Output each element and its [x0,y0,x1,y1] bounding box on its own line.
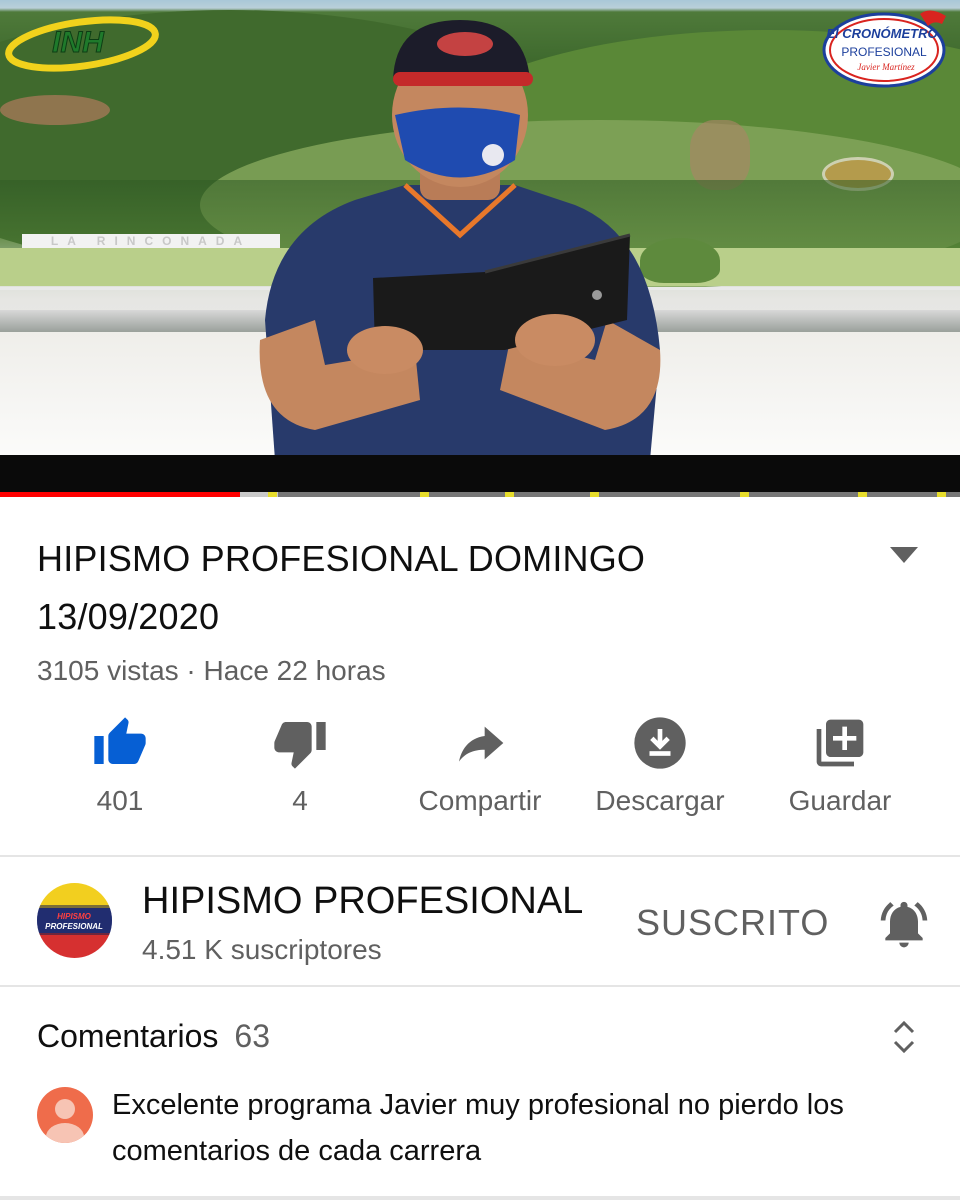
comments-count: 63 [234,1018,270,1054]
chapter-marker [937,492,946,497]
action-row: 401 4 Compartir Descargar Guardar [30,715,930,835]
track-sign: LA RINCONADA [22,234,280,248]
meta-separator: · [186,655,196,686]
progress-played [0,492,240,497]
cronometro-logo: El CRONÓMETRO PROFESIONAL Javier Martíne… [822,10,946,88]
video-title: HIPISMO PROFESIONAL DOMINGO 13/09/2020 [37,538,646,637]
dislike-count: 4 [292,785,308,816]
video-player[interactable]: LA RINCONADA INH El CRONÓMETRO PROFESION… [0,0,960,455]
subscribed-button[interactable]: SUSCRITO [636,902,829,944]
video-letterbox-bar [0,455,960,492]
expand-collapse-icon[interactable] [890,1018,918,1056]
share-label: Compartir [418,785,542,816]
presenter-figure [259,20,661,455]
comments-label: Comentarios [37,1018,219,1054]
subscriber-count: 4.51 K suscriptores [142,934,382,965]
like-count: 401 [96,785,144,816]
background-dirt-patch [0,95,110,125]
like-button[interactable]: 401 [30,715,210,817]
svg-text:HIPISMO: HIPISMO [57,912,92,921]
download-label: Descargar [595,785,725,816]
video-progress-bar[interactable] [0,492,960,497]
inh-logo: INH [5,16,159,72]
person-icon [46,1099,84,1143]
inh-logo-text: INH [52,26,105,59]
chapter-marker [268,492,277,497]
chapter-marker [420,492,429,497]
cronometro-logo-line2: PROFESIONAL [841,45,927,59]
commenter-avatar[interactable] [37,1087,93,1143]
svg-text:PROFESIONAL: PROFESIONAL [45,922,103,931]
section-divider [0,855,960,857]
chapter-marker [740,492,749,497]
add-to-playlist-icon [816,719,864,767]
notification-bell-icon[interactable] [876,896,932,952]
thumbs-up-icon [94,717,146,764]
cronometro-logo-line3: Javier Martínez [857,62,915,72]
chapter-marker [505,492,514,497]
top-comment-text: Excelente programa Javier muy profesiona… [112,1089,844,1167]
channel-name[interactable]: HIPISMO PROFESIONAL [142,880,583,923]
section-divider [0,1196,960,1200]
share-button[interactable]: Compartir [390,715,570,817]
thumbs-down-icon [274,722,326,769]
channel-avatar[interactable]: HIPISMO PROFESIONAL [37,883,112,958]
download-button[interactable]: Descargar [570,715,750,817]
chevron-down-icon[interactable] [888,545,920,565]
view-count: 3105 vistas [37,655,179,686]
save-label: Guardar [788,785,892,816]
share-icon [459,726,504,762]
section-divider [0,985,960,987]
dislike-button[interactable]: 4 [210,715,390,817]
chapter-marker [858,492,867,497]
channel-avatar-image: HIPISMO PROFESIONAL [37,883,112,958]
chapter-marker [590,492,599,497]
comments-header[interactable]: Comentarios 63 [37,1018,270,1055]
download-icon [634,717,686,769]
save-button[interactable]: Guardar [750,715,930,817]
upload-age: Hace 22 horas [203,655,386,686]
cronometro-logo-line1: El CRONÓMETRO [826,26,937,41]
video-meta: 3105 vistas · Hace 22 horas [37,655,386,687]
